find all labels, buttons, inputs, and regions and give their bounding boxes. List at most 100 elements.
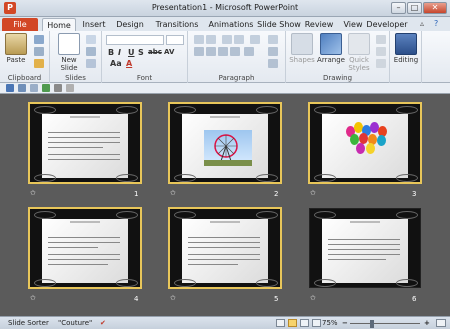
copy-icon[interactable] <box>34 47 44 56</box>
slide-number: 2 <box>274 190 279 198</box>
numbering-icon[interactable] <box>206 35 216 44</box>
save-icon[interactable] <box>6 84 14 92</box>
zoom-in-icon[interactable]: + <box>424 319 430 327</box>
tab-slide-show[interactable]: Slide Show <box>256 18 302 31</box>
quick-styles-button[interactable]: Quick Styles <box>346 33 372 72</box>
zoom-slider[interactable] <box>350 323 420 324</box>
cut-icon[interactable] <box>34 35 44 44</box>
layout-icon[interactable] <box>86 35 96 44</box>
start-slideshow-icon[interactable] <box>42 84 50 92</box>
minimize-ribbon-icon[interactable]: ▵ <box>420 19 424 28</box>
transition-icon[interactable]: ✩ <box>310 189 316 197</box>
bold-button[interactable]: B <box>108 48 114 57</box>
tab-design[interactable]: Design <box>114 18 146 31</box>
tab-animations[interactable]: Animations <box>204 18 258 31</box>
paragraph-group: Paragraph <box>188 31 286 83</box>
ribbon: Paste Clipboard New Slide Slides B I U S… <box>0 31 450 83</box>
reset-icon[interactable] <box>86 47 96 56</box>
tab-file[interactable]: File <box>2 18 38 31</box>
maximize-button[interactable]: □ <box>407 2 422 14</box>
fit-to-window-icon[interactable] <box>436 319 446 327</box>
slide-thumbnail-1[interactable] <box>28 102 142 184</box>
slide-content <box>182 219 268 283</box>
arrange-icon <box>320 33 342 55</box>
new-slide-icon <box>58 33 80 55</box>
shadow-button[interactable]: S <box>138 48 144 57</box>
text-direction-icon[interactable] <box>268 35 278 44</box>
font-name-box[interactable] <box>106 35 164 45</box>
editing-button[interactable]: Editing <box>393 33 419 64</box>
tab-insert[interactable]: Insert <box>78 18 110 31</box>
transition-icon[interactable]: ✩ <box>170 189 176 197</box>
font-size-box[interactable] <box>166 35 184 45</box>
slide-sorter-view-icon[interactable] <box>288 319 297 327</box>
underline-button[interactable]: U <box>128 48 135 57</box>
transition-icon[interactable]: ✩ <box>30 294 36 302</box>
tab-developer[interactable]: Developer <box>364 18 410 31</box>
quick-styles-icon <box>348 33 370 55</box>
normal-view-icon[interactable] <box>276 319 285 327</box>
drawing-group: Shapes Arrange Quick Styles Drawing <box>286 31 390 83</box>
shape-effects-icon[interactable] <box>376 59 386 68</box>
slides-group-label: Slides <box>65 74 86 82</box>
minimize-button[interactable]: – <box>391 2 406 14</box>
strikethrough-button[interactable]: abc <box>148 48 162 56</box>
zoom-slider-thumb[interactable] <box>370 320 374 328</box>
zoom-level[interactable]: 75% <box>322 319 338 327</box>
slide-thumbnail-5[interactable] <box>168 207 282 289</box>
slide-thumbnail-2[interactable] <box>168 102 282 184</box>
undo-icon[interactable] <box>18 84 26 92</box>
align-left-icon[interactable] <box>194 47 204 56</box>
paste-icon <box>5 33 27 55</box>
slide-show-view-icon[interactable] <box>312 319 321 327</box>
shape-fill-icon[interactable] <box>376 35 386 44</box>
justify-icon[interactable] <box>230 47 240 56</box>
arrange-button[interactable]: Arrange <box>316 33 346 64</box>
tab-view[interactable]: View <box>340 18 366 31</box>
paste-button[interactable]: Paste <box>4 33 28 64</box>
tab-home[interactable]: Home <box>42 18 76 31</box>
align-text-icon[interactable] <box>268 47 278 56</box>
font-group-label: Font <box>136 74 153 82</box>
line-spacing-icon[interactable] <box>250 35 260 44</box>
new-slide-button[interactable]: New Slide <box>56 33 82 72</box>
section-icon[interactable] <box>86 59 96 68</box>
font-color-button[interactable]: A <box>126 59 132 68</box>
format-painter-icon[interactable] <box>34 59 44 68</box>
align-right-icon[interactable] <box>218 47 228 56</box>
slide-thumbnail-3[interactable] <box>308 102 422 184</box>
slide-thumbnail-4[interactable] <box>28 207 142 289</box>
reading-view-icon[interactable] <box>300 319 309 327</box>
increase-indent-icon[interactable] <box>234 35 244 44</box>
decrease-indent-icon[interactable] <box>222 35 232 44</box>
italic-button[interactable]: I <box>118 48 121 57</box>
help-icon[interactable]: ? <box>434 19 438 28</box>
slide-number: 4 <box>134 295 139 303</box>
smartart-icon[interactable] <box>268 59 278 68</box>
window-title: Presentation1 - Microsoft PowerPoint <box>151 3 299 12</box>
customize-qat-icon[interactable] <box>66 84 74 92</box>
transition-icon[interactable]: ✩ <box>310 294 316 302</box>
slide-number: 6 <box>412 295 417 303</box>
redo-icon[interactable] <box>30 84 38 92</box>
change-case-button[interactable]: Aa <box>110 59 122 68</box>
print-preview-icon[interactable] <box>54 84 62 92</box>
bullets-icon[interactable] <box>194 35 204 44</box>
align-center-icon[interactable] <box>206 47 216 56</box>
shape-outline-icon[interactable] <box>376 47 386 56</box>
close-button[interactable]: ✕ <box>423 2 447 14</box>
tab-review[interactable]: Review <box>304 18 334 31</box>
columns-icon[interactable] <box>244 47 254 56</box>
font-group: B I U S abc AV Aa A Font <box>102 31 188 83</box>
char-spacing-button[interactable]: AV <box>164 48 174 56</box>
shapes-button[interactable]: Shapes <box>288 33 316 64</box>
transition-icon[interactable]: ✩ <box>30 189 36 197</box>
transition-icon[interactable]: ✩ <box>170 294 176 302</box>
tab-transitions[interactable]: Transitions <box>150 18 204 31</box>
drawing-group-label: Drawing <box>322 74 353 82</box>
ferris-wheel-picture <box>204 130 252 166</box>
slide-thumbnail-6[interactable] <box>309 208 421 288</box>
zoom-out-icon[interactable]: − <box>342 319 348 327</box>
slide-content <box>322 219 408 283</box>
spelling-check-icon[interactable]: ✔ <box>100 319 106 327</box>
